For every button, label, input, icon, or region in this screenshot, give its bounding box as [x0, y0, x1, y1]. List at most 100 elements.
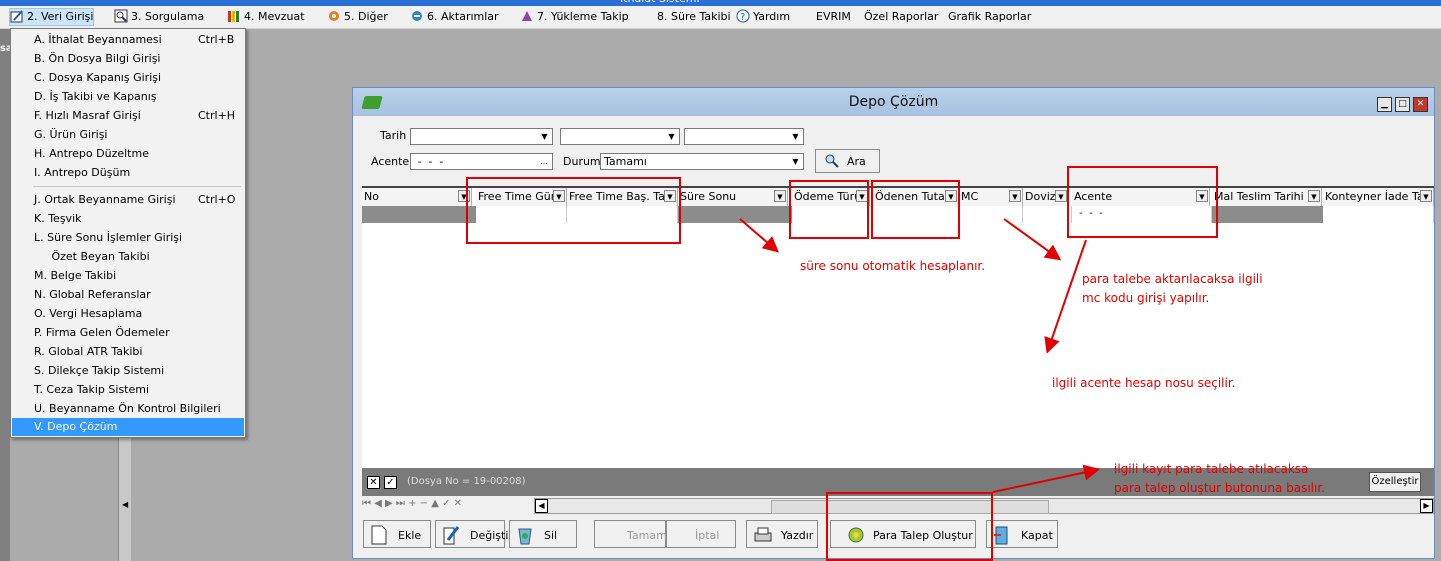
dd-item-global-referanslar[interactable]: N. Global Referanslar: [12, 286, 244, 304]
col-label: Süre Sonu: [680, 190, 737, 203]
menu-mevzuat[interactable]: 4. Mevzuat: [227, 9, 305, 25]
ozellestir-button[interactable]: Özelleştir: [1369, 472, 1421, 492]
record-navigator[interactable]: ⏮ ◀ ▶ ⏭ + − ▲ ✓ ✕: [362, 498, 482, 514]
kapat-button[interactable]: Kapat: [986, 520, 1058, 548]
filter-dropdown-icon[interactable]: ▼: [1009, 190, 1021, 202]
scroll-right-icon[interactable]: ▶: [1420, 499, 1433, 513]
dd-item-on-dosya[interactable]: B. Ön Dosya Bilgi Girişi: [12, 50, 244, 68]
col-mc[interactable]: MC ▼: [959, 188, 1023, 206]
dd-item-belge-takibi[interactable]: M. Belge Takibi: [12, 267, 244, 285]
menu-grafik-raporlar[interactable]: Grafik Raporlar: [948, 9, 1031, 25]
col-free-time-gun[interactable]: Free Time Gün ▼: [476, 188, 567, 206]
dd-item-vergi-hesaplama[interactable]: O. Vergi Hesaplama: [12, 305, 244, 323]
dd-item-ceza-takip[interactable]: T. Ceza Takip Sistemi: [12, 381, 244, 399]
cell-free-time-bas-tar[interactable]: [567, 206, 678, 223]
menu-evrim[interactable]: EVRIM: [816, 9, 851, 25]
maximize-icon[interactable]: □: [1395, 97, 1410, 112]
depo-grid: No ▼ Free Time Gün ▼ Free Time Baş. Tar ▼ S…: [362, 186, 1434, 470]
close-icon[interactable]: ✕: [1413, 97, 1428, 112]
col-doviz[interactable]: Doviz ▼: [1023, 188, 1069, 206]
menu-sure-takibi[interactable]: 8. Süre Takibi: [657, 9, 731, 25]
printer-icon: [753, 525, 772, 545]
date-end-select[interactable]: ▼: [684, 128, 804, 145]
ellipsis-icon[interactable]: ...: [537, 155, 551, 168]
filter-dropdown-icon[interactable]: ▼: [1308, 190, 1320, 202]
cell-doviz[interactable]: [1023, 206, 1072, 223]
yazdir-button[interactable]: Yazdır: [746, 520, 818, 548]
col-acente[interactable]: Acente ▼: [1072, 188, 1210, 206]
cell-mc[interactable]: [959, 206, 1023, 223]
ara-button[interactable]: Ara: [815, 149, 880, 173]
tamam-button[interactable]: Tamam: [594, 520, 667, 548]
menu-veri-girisi[interactable]: 2. Veri Girişi: [8, 8, 95, 26]
filter-dropdown-icon[interactable]: ▼: [553, 190, 565, 202]
dd-item-sure-sonu[interactable]: L. Süre Sonu İşlemler Girişi: [12, 229, 244, 247]
col-no[interactable]: No ▼: [362, 188, 472, 206]
filter-dropdown-icon[interactable]: ▼: [945, 190, 957, 202]
dd-label: D. İş Takibi ve Kapanış: [34, 90, 157, 103]
window-titlebar[interactable]: Depo Çözüm ▁ □ ✕: [353, 88, 1434, 116]
cell-konteyner-iade-tar[interactable]: [1323, 206, 1434, 223]
degistir-button[interactable]: Değiştir: [435, 520, 513, 548]
dd-item-antrepo-duzeltme[interactable]: H. Antrepo Düzeltme: [12, 145, 244, 163]
menu-ozel-raporlar[interactable]: Özel Raporlar: [864, 9, 938, 25]
filter-active-checkbox[interactable]: ✓: [384, 476, 397, 489]
durum-select[interactable]: Tamamı ▼: [600, 153, 804, 170]
cell-odeme-turu[interactable]: [792, 206, 873, 223]
col-odeme-turu[interactable]: Ödeme Türü ▼: [792, 188, 870, 206]
dd-item-antrepo-dusum[interactable]: I. Antrepo Düşüm: [12, 164, 244, 182]
dd-item-depo-cozum[interactable]: V. Depo Çözüm: [12, 418, 244, 436]
filter-clear-checkbox[interactable]: ✕: [367, 476, 380, 489]
filter-dropdown-icon[interactable]: ▼: [458, 190, 470, 202]
scroll-left-icon[interactable]: ◀: [535, 499, 548, 513]
chevron-left-icon[interactable]: ◀: [122, 500, 128, 509]
filter-dropdown-icon[interactable]: ▼: [664, 190, 676, 202]
dd-item-dosya-kapanis[interactable]: C. Dosya Kapanış Girişi: [12, 69, 244, 87]
filter-dropdown-icon[interactable]: ▼: [774, 190, 786, 202]
date-start-select[interactable]: ▼: [560, 128, 680, 145]
dd-item-global-atr[interactable]: R. Global ATR Takibi: [12, 343, 244, 361]
menu-aktarimlar[interactable]: 6. Aktarımlar: [410, 9, 499, 25]
dd-item-beyanname-on-kontrol[interactable]: U. Beyanname Ön Kontrol Bilgileri: [12, 400, 244, 418]
col-mal-teslim-tarihi[interactable]: Mal Teslim Tarihi ▼: [1212, 188, 1322, 206]
iptal-label: İptal: [695, 529, 720, 542]
dd-item-tesvik[interactable]: K. Teşvik: [12, 210, 244, 228]
dd-item-ozet-beyan[interactable]: Özet Beyan Takibi: [12, 248, 244, 266]
acente-lookup-field[interactable]: - - - ...: [410, 153, 553, 170]
col-label: Ödeme Türü: [794, 190, 862, 203]
filter-dropdown-icon[interactable]: ▼: [856, 190, 868, 202]
dd-shortcut: Ctrl+O: [198, 193, 236, 206]
col-odenen-tutar[interactable]: Ödenen Tutar ▼: [873, 188, 959, 206]
ekle-button[interactable]: Ekle: [363, 520, 431, 548]
dd-item-ortak-beyanname[interactable]: J. Ortak Beyanname Girişi Ctrl+O: [12, 191, 244, 209]
scrollbar-thumb[interactable]: [771, 500, 1049, 514]
col-sure-sonu[interactable]: Süre Sonu ▼: [678, 188, 788, 206]
recycle-bin-icon: [516, 525, 534, 545]
col-free-time-bas-tar[interactable]: Free Time Baş. Tar ▼: [567, 188, 678, 206]
dd-item-firma-gelen[interactable]: P. Firma Gelen Ödemeler: [12, 324, 244, 342]
minimize-icon[interactable]: ▁: [1377, 97, 1392, 112]
menu-yukleme-takip[interactable]: 7. Yükleme Takip: [520, 9, 629, 25]
dd-item-is-takibi[interactable]: D. İş Takibi ve Kapanış: [12, 88, 244, 106]
filter-dropdown-icon[interactable]: ▼: [1420, 190, 1432, 202]
tarih-type-select[interactable]: ▼: [410, 128, 553, 145]
horizontal-scrollbar[interactable]: ◀ ▶: [534, 498, 1434, 514]
dd-item-urun-girisi[interactable]: G. Ürün Girişi: [12, 126, 244, 144]
col-konteyner-iade-tar[interactable]: Konteyner İade Tar ▼: [1323, 188, 1434, 206]
menu-sorgulama[interactable]: 3. Sorgulama: [114, 9, 204, 25]
filter-dropdown-icon[interactable]: ▼: [1055, 190, 1067, 202]
cell-free-time-gun[interactable]: [476, 206, 567, 223]
dd-item-hizli-masraf[interactable]: F. Hızlı Masraf Girişi Ctrl+H: [12, 107, 244, 125]
menu-diger[interactable]: 5. Diğer: [327, 9, 388, 25]
filter-dropdown-icon[interactable]: ▼: [1196, 190, 1208, 202]
dd-item-ithalat-beyannamesi[interactable]: A. İthalat Beyannamesi Ctrl+B: [12, 31, 244, 49]
cell-odenen-tutar[interactable]: [873, 206, 959, 223]
menu-yardim[interactable]: ? Yardım: [736, 9, 790, 25]
cell-acente[interactable]: - - -: [1072, 206, 1212, 223]
dd-label: K. Teşvik: [34, 212, 82, 225]
dd-item-dilekce[interactable]: S. Dilekçe Takip Sistemi: [12, 362, 244, 380]
iptal-button[interactable]: İptal: [666, 520, 736, 548]
books-icon: [227, 9, 241, 23]
para-talep-olustur-button[interactable]: Para Talep Oluştur: [830, 520, 976, 548]
sil-button[interactable]: Sil: [509, 520, 577, 548]
